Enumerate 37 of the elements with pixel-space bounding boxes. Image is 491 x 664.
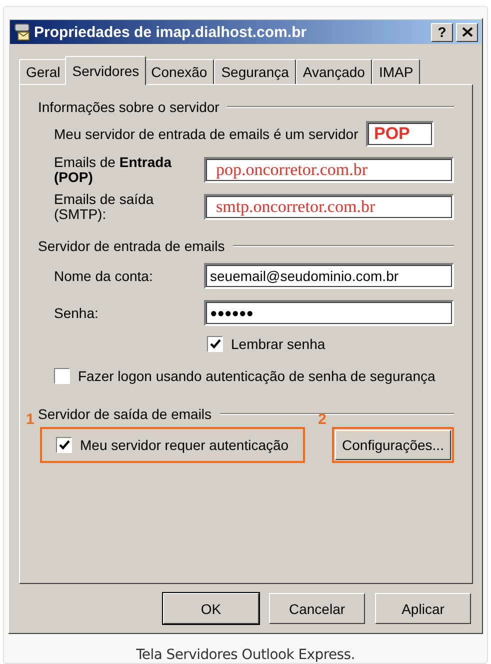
callout-number: 2 [318, 411, 326, 428]
server-type-field[interactable]: POP [366, 121, 434, 147]
field-label: Nome da conta: [54, 268, 154, 284]
field-label: Emails de saída (SMTP): [54, 192, 155, 222]
server-address-field[interactable]: smtp.oncorretor.com.br [204, 194, 454, 220]
input-field[interactable]: seuemail@seudominio.com.br [204, 263, 454, 289]
checkbox[interactable] [54, 368, 70, 384]
field-label: Senha: [54, 306, 100, 320]
tab[interactable]: IMAP [372, 59, 420, 84]
field-label: Emails de Entrada (POP) [54, 155, 173, 185]
close-icon [462, 27, 472, 37]
tab[interactable]: Avançado [296, 59, 372, 84]
tab[interactable]: Conexão [144, 59, 214, 84]
checkbox-label: Meu servidor requer autenticação [80, 438, 289, 452]
group-heading: Servidor de entrada de emails [38, 238, 225, 254]
dialog-button[interactable]: Cancelar [269, 593, 365, 624]
help-button[interactable]: ? [431, 22, 453, 42]
password-field[interactable]: ●●●●●● [204, 300, 454, 326]
group-heading: Informações sobre o servidor [38, 99, 220, 115]
checkbox[interactable] [56, 437, 72, 453]
checkbox-label: Fazer logon usando autenticação de senha de segurança [78, 368, 436, 384]
settings-button[interactable]: Configurações... [335, 430, 451, 460]
caption: Tela Servidores Outlook Express. [136, 647, 355, 663]
close-button[interactable] [456, 22, 478, 42]
callout-number: 1 [26, 411, 34, 428]
tab[interactable]: Geral [19, 59, 68, 84]
window-title: Propriedades de imap.dialhost.com.br [34, 24, 308, 40]
group-heading: Servidor de saída de emails [38, 406, 212, 422]
tab[interactable]: Segurança [214, 59, 296, 84]
dialog-button[interactable]: OK [163, 593, 259, 624]
checkbox[interactable] [207, 336, 223, 352]
server-address-field[interactable]: pop.oncorretor.com.br [204, 157, 454, 183]
field-label: Meu servidor de entrada de emails é um servidor [54, 126, 360, 142]
checkbox-label: Lembrar senha [231, 336, 326, 352]
mail-server-icon [13, 23, 31, 41]
tab[interactable]: Servidores [65, 56, 146, 85]
dialog-button[interactable]: Aplicar [375, 593, 471, 624]
